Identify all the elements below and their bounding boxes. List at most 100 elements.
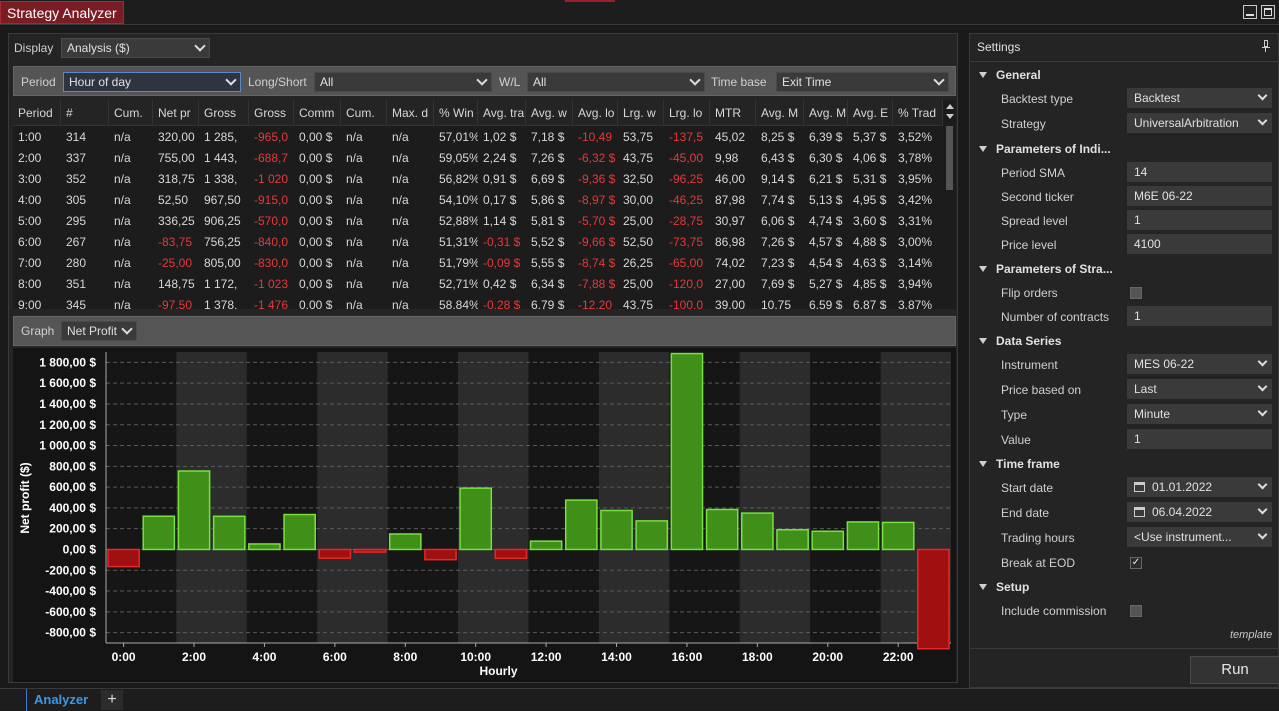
checkbox[interactable]: ✓: [1130, 557, 1142, 569]
expand-triangle-icon[interactable]: [979, 146, 987, 152]
property-input[interactable]: M6E 06-22: [1127, 186, 1272, 206]
column-header[interactable]: Period: [13, 100, 61, 126]
property-select[interactable]: <Use instrument...: [1127, 527, 1272, 547]
chevron-down-icon[interactable]: [1257, 529, 1268, 540]
table-row[interactable]: 9:00 345 n/a -97,50 1 378, -1 476 0,00 $ n/a n/a…: [13, 295, 943, 309]
section-header[interactable]: General: [979, 68, 1041, 82]
property-label: Strategy: [1001, 117, 1046, 131]
column-header[interactable]: Lrg. lo: [664, 100, 710, 126]
table-cell: 3,42%: [898, 193, 933, 207]
chevron-down-icon[interactable]: [1257, 356, 1268, 367]
column-header[interactable]: Avg. tra: [478, 100, 526, 126]
date-picker[interactable]: 01.01.2022: [1127, 477, 1272, 497]
table-row[interactable]: 1:00 314 n/a 320,00 1 285, -965,0 0,00 $ n/a n/a…: [13, 127, 943, 148]
section-header[interactable]: Setup: [979, 580, 1029, 594]
chevron-down-icon[interactable]: [1257, 406, 1268, 417]
column-header[interactable]: Comm: [294, 100, 341, 126]
table-cell: 2,24 $: [483, 151, 517, 165]
longshort-select[interactable]: All: [314, 72, 492, 92]
column-header[interactable]: Avg. M: [804, 100, 848, 126]
section-header[interactable]: Data Series: [979, 334, 1061, 348]
y-tick-label: 0,00 $: [63, 542, 97, 556]
column-header[interactable]: Cum.: [341, 100, 387, 126]
column-header[interactable]: Avg. E: [848, 100, 893, 126]
scroll-down-icon[interactable]: [946, 114, 954, 119]
period-select[interactable]: Hour of day: [63, 72, 241, 92]
pin-icon[interactable]: [1262, 40, 1270, 52]
chevron-down-icon[interactable]: [1257, 90, 1268, 101]
column-header[interactable]: Net pr: [153, 100, 199, 126]
tab-analyzer[interactable]: Analyzer: [26, 689, 98, 711]
property-input[interactable]: 1: [1127, 429, 1272, 449]
run-button[interactable]: Run: [1190, 656, 1279, 684]
expand-triangle-icon[interactable]: [979, 266, 987, 272]
calendar-icon[interactable]: [1134, 507, 1145, 517]
table-row[interactable]: 6:00 267 n/a -83,75 756,25 -840,0 0,00 $ n/a n/a…: [13, 232, 943, 253]
column-header[interactable]: Cum.: [109, 100, 153, 126]
table-cell: 4,54 $: [809, 256, 843, 270]
longshort-label: Long/Short: [248, 75, 307, 89]
display-select[interactable]: Analysis ($): [61, 38, 210, 58]
property-select[interactable]: UniversalArbitration: [1127, 113, 1272, 133]
property-select[interactable]: Last: [1127, 379, 1272, 399]
column-header[interactable]: Avg. M: [756, 100, 804, 126]
checkbox[interactable]: [1130, 287, 1142, 299]
property-select[interactable]: Minute: [1127, 404, 1272, 424]
chevron-down-icon[interactable]: [1257, 479, 1268, 490]
property-input[interactable]: 4100: [1127, 234, 1272, 254]
wl-select[interactable]: All: [527, 72, 705, 92]
table-row[interactable]: 5:00 295 n/a 336,25 906,25 -570,0 0,00 $ n/a n/a…: [13, 211, 943, 232]
column-header[interactable]: Max. d: [387, 100, 434, 126]
table-row[interactable]: 2:00 337 n/a 755,00 1 443, -688,7 0,00 $ n/a n/a…: [13, 148, 943, 169]
property-input[interactable]: 1: [1127, 210, 1272, 230]
column-header[interactable]: % Trad: [893, 100, 943, 126]
section-title: Data Series: [996, 334, 1062, 348]
expand-triangle-icon[interactable]: [979, 72, 987, 78]
expand-triangle-icon[interactable]: [979, 461, 987, 467]
table-row[interactable]: 8:00 351 n/a 148,75 1 172, -1 023 0,00 $ n/a n/a…: [13, 274, 943, 295]
table-cell: -915,0: [254, 193, 289, 207]
add-tab-button[interactable]: +: [101, 690, 123, 710]
table-row[interactable]: 7:00 280 n/a -25,00 805,00 -830,0 0,00 $ n/a n/a…: [13, 253, 943, 274]
table-cell: 6,59 $: [809, 298, 843, 309]
section-header[interactable]: Parameters of Stra...: [979, 262, 1113, 276]
minimize-icon[interactable]: [1243, 5, 1257, 19]
table-cell: 5,52 $: [531, 235, 565, 249]
table-cell: 4,63 $: [853, 256, 887, 270]
table-row[interactable]: 3:00 352 n/a 318,75 1 338, -1 020 0,00 $ n/a n/a…: [13, 169, 943, 190]
column-header[interactable]: Avg. lo: [573, 100, 618, 126]
column-header[interactable]: Gross: [199, 100, 249, 126]
column-header[interactable]: MTR: [710, 100, 756, 126]
scroll-up-icon[interactable]: [946, 104, 954, 109]
template-link[interactable]: template: [1230, 629, 1272, 641]
calendar-icon[interactable]: [1134, 482, 1145, 492]
maximize-icon[interactable]: [1261, 5, 1275, 19]
checkbox[interactable]: [1130, 605, 1142, 617]
property-input[interactable]: 14: [1127, 162, 1272, 182]
scroll-thumb[interactable]: [946, 126, 953, 190]
date-picker[interactable]: 06.04.2022: [1127, 502, 1272, 522]
table-cell: 3,60 $: [853, 214, 887, 228]
table-row[interactable]: 4:00 305 n/a 52,50 967,50 -915,0 0,00 $ n/a n/a 5…: [13, 190, 943, 211]
column-header[interactable]: Avg. w: [526, 100, 573, 126]
table-cell: 345: [66, 298, 87, 309]
property-input[interactable]: 1: [1127, 306, 1272, 326]
property-select[interactable]: Backtest: [1127, 88, 1272, 108]
table-scrollbar[interactable]: [943, 100, 956, 309]
expand-triangle-icon[interactable]: [979, 584, 987, 590]
column-header[interactable]: Gross: [249, 100, 294, 126]
timebase-select[interactable]: Exit Time: [776, 72, 949, 92]
expand-triangle-icon[interactable]: [979, 338, 987, 344]
chevron-down-icon[interactable]: [1257, 504, 1268, 515]
property-select[interactable]: MES 06-22: [1127, 354, 1272, 374]
chevron-down-icon[interactable]: [1257, 381, 1268, 392]
section-header[interactable]: Parameters of Indi...: [979, 142, 1111, 156]
column-header[interactable]: Lrg. w: [618, 100, 664, 126]
property-value: <Use instrument...: [1134, 530, 1232, 544]
section-header[interactable]: Time frame: [979, 457, 1060, 471]
graph-select[interactable]: Net Profit: [61, 321, 137, 341]
column-header[interactable]: #: [61, 100, 109, 126]
chevron-down-icon[interactable]: [1257, 115, 1268, 126]
table-cell: 280: [66, 256, 87, 270]
column-header[interactable]: % Win: [434, 100, 478, 126]
